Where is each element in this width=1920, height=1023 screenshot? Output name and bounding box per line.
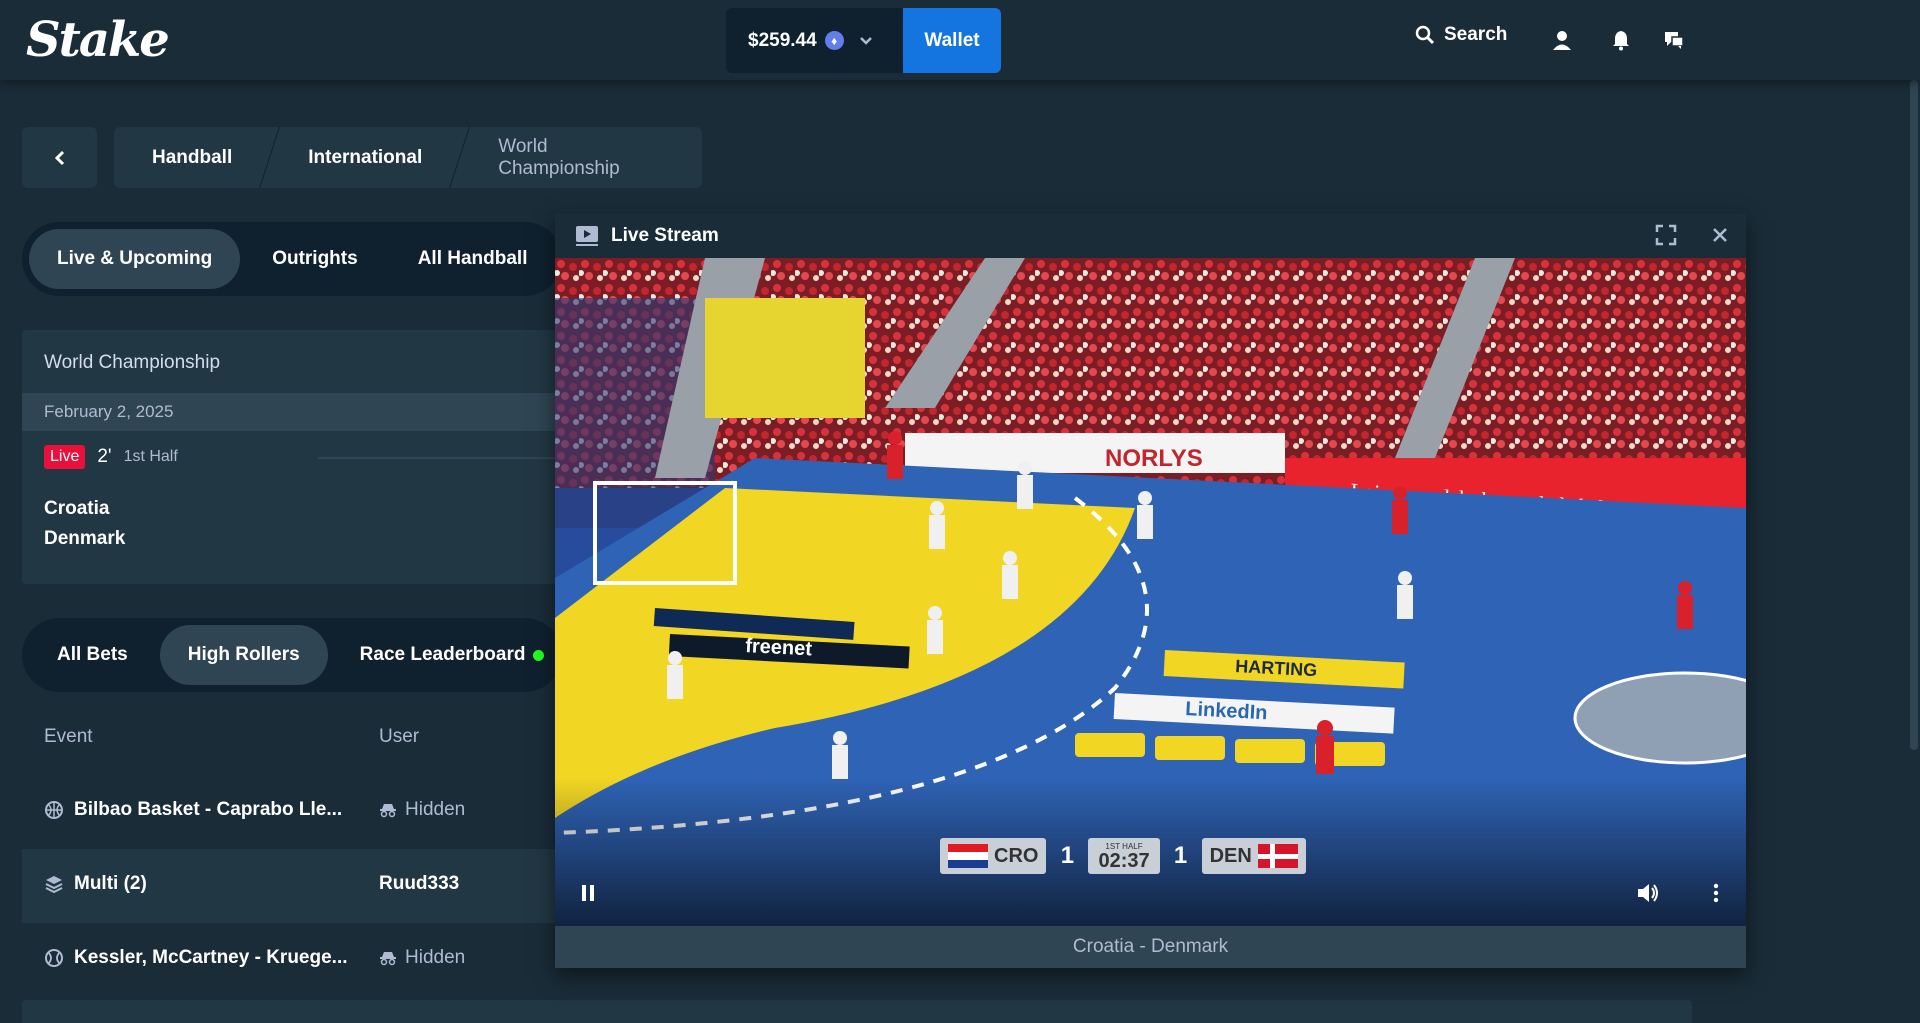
search-icon [1415,25,1435,45]
home-score: 1 [1060,842,1075,869]
tab-all-handball[interactable]: All Handball [390,229,556,289]
team-away[interactable]: Denmark [44,528,125,550]
wallet-button[interactable]: Wallet [903,8,1001,73]
bet-user[interactable]: Ruud333 [379,873,459,895]
table-row [22,1000,1692,1023]
close-icon[interactable] [1706,221,1734,249]
tennis-icon [45,949,63,967]
stream-match-caption: Croatia - Denmark [555,926,1746,968]
top-bar: Stake $259.44 ♦ Wallet Search [0,0,1920,80]
team-home[interactable]: Croatia [44,498,109,520]
tab-race-leaderboard[interactable]: Race Leaderboard [332,625,573,685]
chevron-left-icon [54,150,64,165]
bet-user-name: Hidden [405,947,466,968]
video-player[interactable]: NORLYS Lej en madeboks med elaftale free… [555,258,1746,926]
balance-selector[interactable]: $259.44 ♦ [726,8,903,73]
live-badge: Live [44,445,86,469]
race-leaderboard-label: Race Leaderboard [359,644,526,665]
tab-all-bets[interactable]: All Bets [29,625,156,685]
bet-user-name: Ruud333 [379,873,460,894]
home-code: CRO [994,844,1039,867]
bet-event[interactable]: Kessler, McCartney - Kruege... [44,947,348,969]
svg-text:freenet: freenet [745,635,813,660]
breadcrumb-handball[interactable]: Handball [114,127,270,188]
bet-event-name: Bilbao Basket - Caprabo Lle... [74,799,343,820]
tab-live-upcoming[interactable]: Live & Upcoming [29,229,241,289]
fullscreen-icon[interactable] [1652,221,1680,249]
scrollbar-thumb[interactable] [1910,80,1918,750]
bet-event-name: Kessler, McCartney - Kruege... [74,947,348,968]
competition-title[interactable]: World Championship [44,352,220,374]
event-status: Live 2' 1st Half [44,445,178,469]
basketball-icon [45,801,63,819]
sport-tabs: Live & Upcoming Outrights All Handball [22,222,562,296]
bet-event[interactable]: Bilbao Basket - Caprabo Lle... [44,799,342,821]
back-button[interactable] [22,127,97,188]
multi-bet-icon [45,876,63,894]
handball-arena-scene: NORLYS Lej en madeboks med elaftale free… [555,258,1746,926]
balance-amount: $259.44 [748,29,817,51]
live-stream-header[interactable]: Live Stream [555,213,1746,258]
more-options-icon[interactable] [1701,878,1731,908]
away-score: 1 [1173,842,1188,869]
breadcrumb-international[interactable]: International [270,127,460,188]
hidden-user-icon [380,804,396,818]
match-period: 1st Half [123,448,178,465]
breadcrumb-world-championship[interactable]: World Championship [460,127,702,188]
live-stream-panel[interactable]: Live Stream NORLYS freenet HARTING Linke… [555,213,1746,968]
header-user: User [379,726,420,747]
stake-logo[interactable]: Stake [26,12,170,68]
volume-icon[interactable] [1633,878,1663,908]
away-code: DEN [1209,844,1252,867]
tab-high-rollers[interactable]: High Rollers [159,625,328,685]
bet-user: Hidden [379,947,465,969]
match-clock: 1ST HALF 02:37 [1088,838,1160,874]
scoreboard-home: CRO [940,838,1047,874]
ad-norlys: NORLYS [1105,445,1203,472]
live-dot-icon [533,649,545,661]
bets-tabs: All Bets High Rollers Race Leaderboard [22,618,562,692]
chat-icon[interactable] [1660,26,1688,54]
croatia-flag-icon [948,844,988,868]
user-icon[interactable] [1548,26,1576,54]
search-button[interactable]: Search [1414,24,1507,46]
tab-outrights[interactable]: Outrights [244,229,386,289]
video-icon [576,225,598,246]
denmark-flag-icon [1257,844,1298,868]
page-scrollbar[interactable] [1906,80,1920,1023]
svg-text:LinkedIn: LinkedIn [1185,698,1268,724]
scoreboard-away: DEN [1201,838,1306,874]
bet-user-name: Hidden [405,799,466,820]
eth-icon: ♦ [824,31,844,50]
header-event: Event [44,726,93,747]
bet-event-name: Multi (2) [74,873,147,894]
search-label: Search [1444,24,1508,45]
notification-bell-icon[interactable] [1607,26,1635,54]
breadcrumb: Handball International World Championshi… [114,127,702,188]
match-minute: 2' [97,446,112,467]
chevron-down-icon [859,36,872,45]
scoreboard: CRO 1 1ST HALF 02:37 1 DEN [940,836,1306,876]
clock-time: 02:37 [1098,849,1150,872]
live-stream-title: Live Stream [611,224,719,246]
hidden-user-icon [380,952,396,966]
bet-user: Hidden [379,799,465,821]
pause-icon[interactable] [573,878,603,908]
bet-event[interactable]: Multi (2) [44,873,147,895]
